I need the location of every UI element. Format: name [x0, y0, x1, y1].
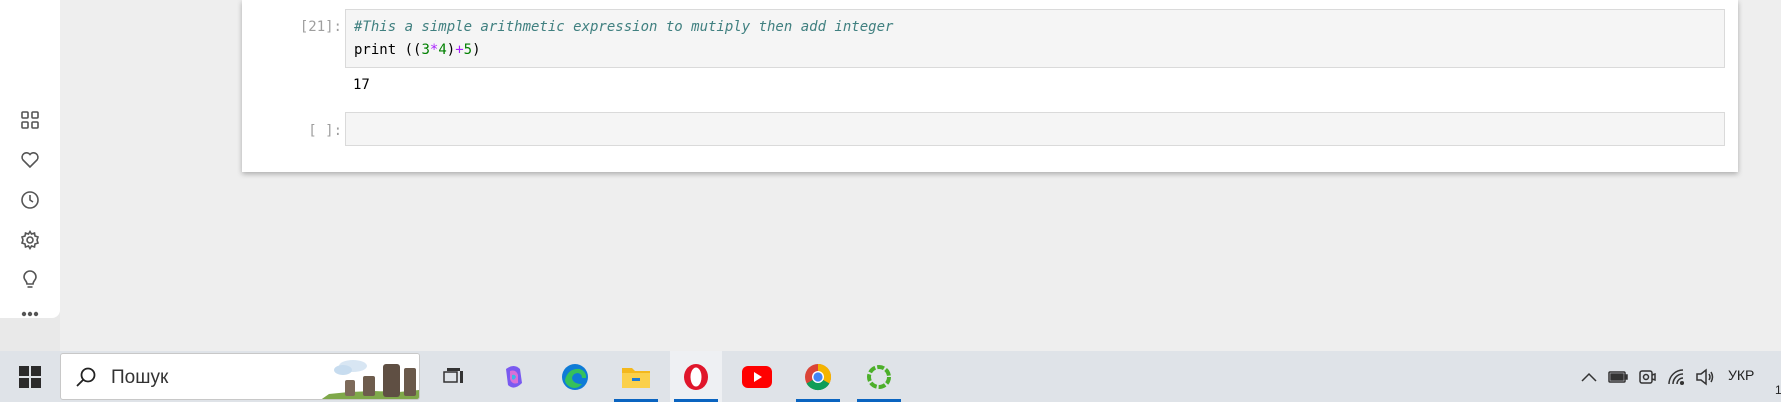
- input-language-indicator[interactable]: УКР: [1728, 367, 1754, 383]
- cell-prompt: [21]:: [299, 19, 342, 35]
- notebook-panel: [21]: #This a simple arithmetic expressi…: [242, 0, 1738, 172]
- code-token: print ((: [354, 42, 422, 58]
- apps-grid-icon[interactable]: [18, 108, 42, 132]
- code-comment-line: #This a simple arithmetic expression to …: [346, 10, 1724, 39]
- code-token: ): [472, 42, 481, 58]
- volume-icon[interactable]: [1693, 365, 1717, 389]
- clock-fragment[interactable]: 1: [1775, 383, 1781, 397]
- opera-icon: [684, 363, 708, 390]
- lightbulb-icon[interactable]: [18, 268, 42, 292]
- youtube-icon: [742, 365, 772, 388]
- chrome-button[interactable]: [792, 351, 844, 402]
- code-token: ): [446, 42, 456, 58]
- task-view-icon: [443, 367, 463, 383]
- youtube-button[interactable]: [731, 351, 783, 402]
- browser-sidebar: [0, 0, 60, 351]
- code-operator: +: [455, 42, 464, 58]
- battery-icon[interactable]: [1606, 365, 1630, 389]
- folder-icon: [622, 367, 650, 388]
- code-statement-line: print ((3*4)+5): [346, 39, 1724, 62]
- cell-output: 17: [353, 77, 370, 93]
- start-button[interactable]: [10, 363, 50, 391]
- jupyter-app-button[interactable]: [853, 351, 905, 402]
- edge-icon: [562, 363, 588, 390]
- windows-logo-icon: [19, 366, 41, 388]
- code-number: 4: [438, 42, 447, 58]
- green-ring-icon: [867, 364, 891, 389]
- cell-input-empty[interactable]: [345, 112, 1725, 146]
- taskbar-search[interactable]: Пошук: [60, 353, 420, 400]
- clock-icon[interactable]: [18, 188, 42, 212]
- cell-prompt: [ ]:: [308, 123, 342, 139]
- search-icon: [76, 367, 96, 387]
- wifi-icon[interactable]: [1664, 365, 1688, 389]
- more-dots-icon[interactable]: [18, 308, 42, 320]
- webcam-icon[interactable]: [1635, 365, 1659, 389]
- opera-button[interactable]: [670, 351, 722, 402]
- browser-content: [21]: #This a simple arithmetic expressi…: [60, 0, 1781, 351]
- copilot-icon: [506, 365, 522, 388]
- file-explorer-button[interactable]: [610, 351, 662, 402]
- cell-input[interactable]: #This a simple arithmetic expression to …: [345, 9, 1725, 68]
- heart-icon[interactable]: [18, 148, 42, 172]
- search-placeholder: Пошук: [111, 367, 169, 388]
- moai-statues-icon: [319, 354, 419, 399]
- code-number: 3: [421, 42, 430, 58]
- show-hidden-icons-chevron[interactable]: [1577, 365, 1601, 389]
- chrome-icon: [805, 363, 832, 390]
- gear-icon[interactable]: [18, 228, 42, 252]
- sidebar-panel: [0, 0, 60, 318]
- taskbar: Пошук УКР 1: [0, 351, 1781, 402]
- code-number: 5: [463, 42, 473, 58]
- code-comment: #This a simple arithmetic expression to …: [354, 19, 894, 35]
- task-view-button[interactable]: [428, 351, 480, 402]
- edge-button[interactable]: [549, 351, 601, 402]
- copilot-button[interactable]: [488, 351, 540, 402]
